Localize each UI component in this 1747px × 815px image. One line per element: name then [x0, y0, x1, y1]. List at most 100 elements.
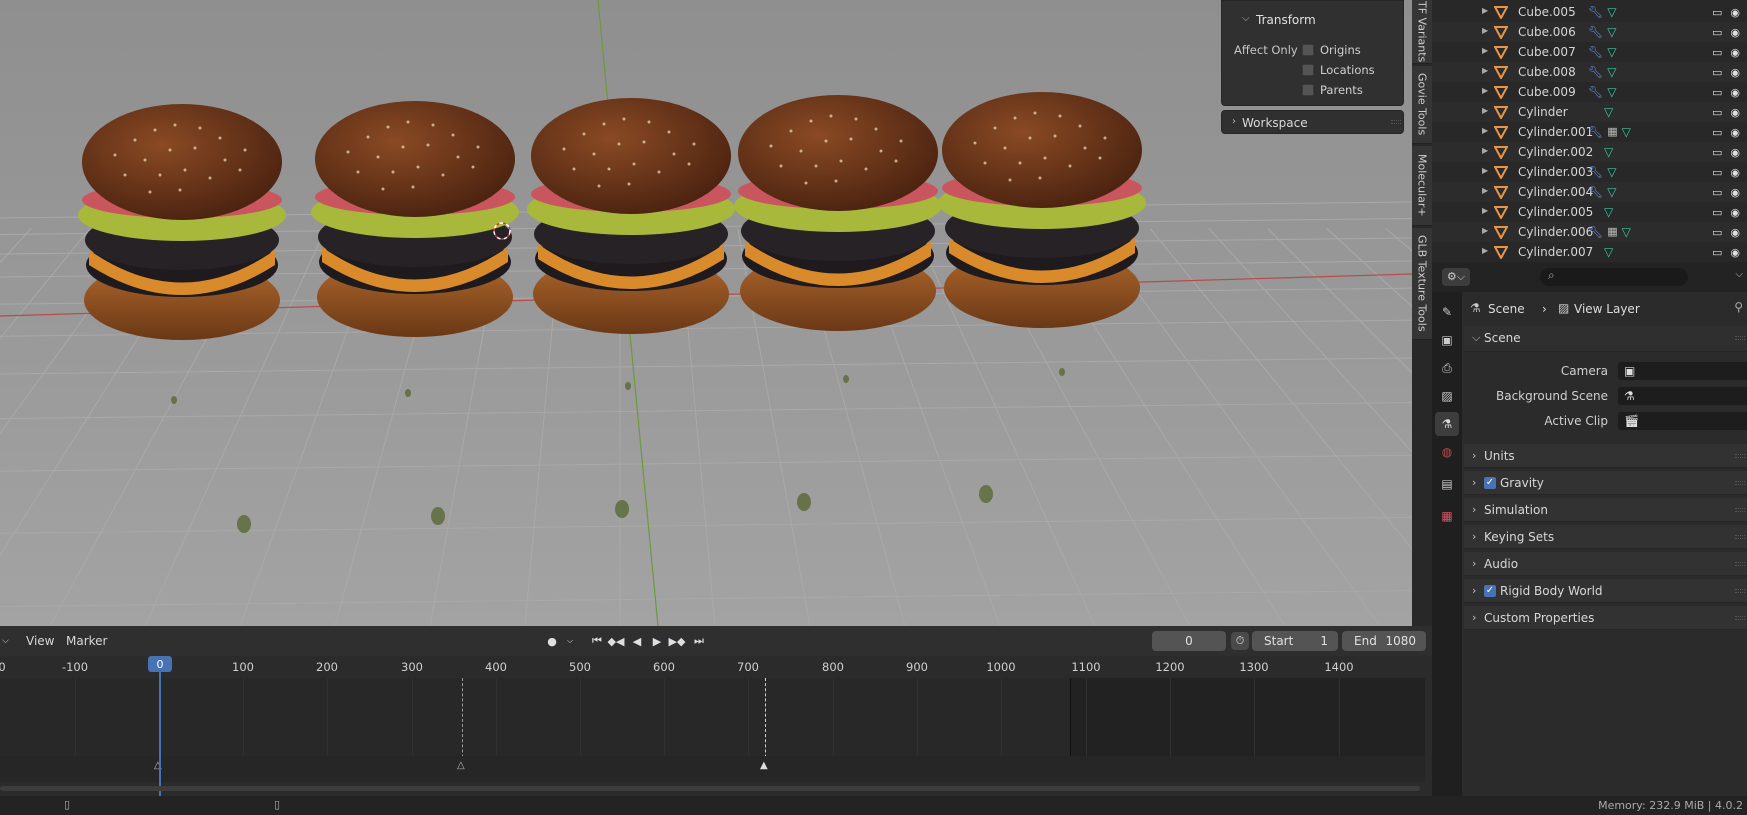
camera-field[interactable]: ▣ ✒: [1617, 361, 1747, 381]
scene-section-header[interactable]: ⌵ Scene: [1464, 326, 1747, 352]
timeline-editor-type-icon[interactable]: ⌵: [2, 636, 9, 646]
outliner-row[interactable]: ▶ Cylinder.003 🔧︎ ▽ ▭ ◉: [1432, 162, 1747, 182]
start-frame-field[interactable]: Start 1: [1252, 631, 1338, 651]
expand-triangle-icon[interactable]: ▶: [1482, 46, 1488, 55]
camera-icon[interactable]: ◉: [1730, 106, 1740, 119]
mesh-data-icon[interactable]: ▽: [1607, 65, 1616, 79]
origins-checkbox[interactable]: Origins: [1302, 43, 1361, 57]
background-scene-field[interactable]: ⚗: [1617, 386, 1747, 406]
marker-triangle-icon[interactable]: △: [457, 760, 465, 771]
burger-model[interactable]: [524, 94, 739, 344]
mesh-data-icon[interactable]: ▽: [1604, 245, 1613, 259]
outliner-row[interactable]: ▶ Cube.006 🔧︎ ▽ ▭ ◉: [1432, 22, 1747, 42]
view-menu[interactable]: View: [26, 634, 54, 648]
drag-grip-icon[interactable]: [1735, 535, 1745, 539]
expand-triangle-icon[interactable]: ▶: [1482, 106, 1488, 115]
mesh-data-icon[interactable]: ▽: [1622, 125, 1631, 139]
drag-grip-icon[interactable]: [1735, 616, 1745, 620]
outliner-item-name[interactable]: Cube.009: [1518, 85, 1576, 99]
drag-grip-icon[interactable]: [1391, 120, 1401, 124]
tab-molecular[interactable]: Molecular+: [1412, 146, 1432, 226]
outliner-row[interactable]: ▶ Cylinder.007 ▽ ▭ ◉: [1432, 242, 1747, 262]
prev-keyframe-icon[interactable]: ◆◀: [607, 632, 625, 650]
monitor-icon[interactable]: ▭: [1712, 26, 1722, 39]
current-frame-field[interactable]: 0: [1152, 631, 1226, 651]
drag-grip-icon[interactable]: [1735, 336, 1745, 340]
monitor-icon[interactable]: ▭: [1712, 166, 1722, 179]
section-enable-checkbox[interactable]: ✓: [1484, 585, 1496, 597]
mesh-data-icon[interactable]: ▽: [1607, 165, 1616, 179]
outliner-row[interactable]: ▶ Cube.007 🔧︎ ▽ ▭ ◉: [1432, 42, 1747, 62]
outliner-row[interactable]: ▶ Cylinder.001 🔧︎ ▦ ▽ ▭ ◉: [1432, 122, 1747, 142]
expand-triangle-icon[interactable]: ▶: [1482, 26, 1488, 35]
pin-icon[interactable]: ⚲: [1734, 300, 1743, 314]
mesh-data-icon[interactable]: ▽: [1607, 45, 1616, 59]
outliner-item-name[interactable]: Cylinder.005: [1518, 205, 1593, 219]
scene-tab[interactable]: ⚗: [1435, 412, 1459, 436]
stopwatch-icon[interactable]: ⏱: [1231, 632, 1249, 650]
camera-icon[interactable]: ◉: [1730, 86, 1740, 99]
outliner-item-name[interactable]: Cube.006: [1518, 25, 1576, 39]
outliner-row[interactable]: ▶ Cylinder ▽ ▭ ◉: [1432, 102, 1747, 122]
section-rigid-body-world[interactable]: › ✓ Rigid Body World: [1464, 579, 1747, 603]
outliner[interactable]: ▶ Cube.005 🔧︎ ▽ ▭ ◉ ▶ Cube.006 🔧︎ ▽ ▭ ◉ ▶ Cube.007 🔧︎ ▽…: [1432, 0, 1747, 262]
monitor-icon[interactable]: ▭: [1712, 226, 1722, 239]
drag-grip-icon[interactable]: [1735, 589, 1745, 593]
mesh-data-icon[interactable]: ▽: [1604, 145, 1613, 159]
outliner-row[interactable]: ▶ Cylinder.006 🔧︎ ▦ ▽ ▭ ◉: [1432, 222, 1747, 242]
view-layer-tab[interactable]: ▨: [1435, 384, 1459, 408]
mesh-data-icon[interactable]: ▽: [1622, 225, 1631, 239]
section-units[interactable]: › Units: [1464, 444, 1747, 468]
modifier-wrench-icon[interactable]: 🔧︎: [1588, 5, 1603, 19]
outliner-item-name[interactable]: Cylinder.002: [1518, 145, 1593, 159]
monitor-icon[interactable]: ▭: [1712, 106, 1722, 119]
camera-icon[interactable]: ◉: [1730, 126, 1740, 139]
mesh-data-icon[interactable]: ▽: [1607, 5, 1616, 19]
expand-triangle-icon[interactable]: ▶: [1482, 246, 1488, 255]
tab-govie-tools[interactable]: Govie Tools: [1412, 66, 1432, 144]
particles-grid-icon[interactable]: ▦: [1607, 225, 1617, 239]
outliner-item-name[interactable]: Cylinder.006: [1518, 225, 1593, 239]
modifier-wrench-icon[interactable]: 🔧︎: [1588, 165, 1603, 179]
monitor-icon[interactable]: ▭: [1712, 126, 1722, 139]
monitor-icon[interactable]: ▭: [1712, 146, 1722, 159]
expand-triangle-icon[interactable]: ▶: [1482, 86, 1488, 95]
marker-menu[interactable]: Marker: [66, 634, 107, 648]
camera-icon[interactable]: ◉: [1730, 226, 1740, 239]
play-reverse-icon[interactable]: ◀: [628, 632, 646, 650]
mesh-data-icon[interactable]: ▽: [1607, 85, 1616, 99]
modifier-wrench-icon[interactable]: 🔧︎: [1588, 125, 1603, 139]
editor-type-icon[interactable]: ⚙⌵: [1442, 268, 1470, 286]
monitor-icon[interactable]: ▭: [1712, 186, 1722, 199]
tab-glb-texture-tools[interactable]: GLB Texture Tools: [1412, 228, 1432, 340]
expand-triangle-icon[interactable]: ▶: [1482, 166, 1488, 175]
mesh-data-icon[interactable]: ▽: [1604, 205, 1613, 219]
workspace-panel[interactable]: › Workspace: [1221, 110, 1404, 134]
section-gravity[interactable]: › ✓ Gravity: [1464, 471, 1747, 495]
outliner-item-name[interactable]: Cylinder.007: [1518, 245, 1593, 259]
camera-icon[interactable]: ◉: [1730, 166, 1740, 179]
section-enable-checkbox[interactable]: ✓: [1484, 477, 1496, 489]
timeline-editor[interactable]: ⌵ View Marker ● ⌵ ⏮ ◆◀ ◀ ▶ ▶◆ ⏭ 0 ⏱ Star…: [0, 626, 1432, 796]
outliner-row[interactable]: ▶ Cylinder.002 ▽ ▭ ◉: [1432, 142, 1747, 162]
outliner-row[interactable]: ▶ Cube.005 🔧︎ ▽ ▭ ◉: [1432, 2, 1747, 22]
3d-viewport[interactable]: ⌵ Transform Affect Only Origins Location…: [0, 0, 1412, 626]
outliner-row[interactable]: ▶ Cube.009 🔧︎ ▽ ▭ ◉: [1432, 82, 1747, 102]
jump-end-icon[interactable]: ⏭: [690, 632, 708, 650]
camera-icon[interactable]: ◉: [1730, 206, 1740, 219]
expand-triangle-icon[interactable]: ▶: [1482, 6, 1488, 15]
monitor-icon[interactable]: ▭: [1712, 246, 1722, 259]
modifier-wrench-icon[interactable]: 🔧︎: [1588, 45, 1603, 59]
modifier-wrench-icon[interactable]: 🔧︎: [1588, 25, 1603, 39]
modifier-wrench-icon[interactable]: 🔧︎: [1588, 225, 1603, 239]
camera-icon[interactable]: ◉: [1730, 66, 1740, 79]
texture-tab[interactable]: ▦: [1435, 504, 1459, 528]
tool-tab[interactable]: ✎: [1435, 300, 1459, 324]
frame-ruler[interactable]: 0 -100 100 200 300 400 500 600 700 800 9…: [0, 656, 1425, 678]
expand-triangle-icon[interactable]: ▶: [1482, 186, 1488, 195]
transform-panel-title[interactable]: Transform: [1256, 13, 1316, 27]
locations-checkbox[interactable]: Locations: [1302, 63, 1375, 77]
camera-icon[interactable]: ◉: [1730, 186, 1740, 199]
camera-icon[interactable]: ◉: [1730, 46, 1740, 59]
section-keying-sets[interactable]: › Keying Sets: [1464, 525, 1747, 549]
